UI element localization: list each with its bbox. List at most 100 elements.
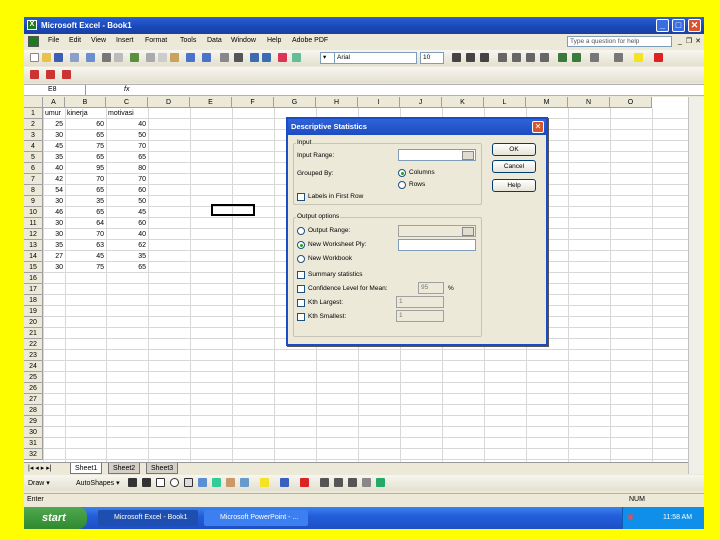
ok-button[interactable]: OK (492, 143, 536, 156)
column-header[interactable]: N (568, 97, 610, 108)
menu-format[interactable]: Format (145, 37, 167, 44)
new-worksheet-field[interactable] (398, 239, 476, 251)
fill-color-icon[interactable] (634, 53, 643, 62)
data-cell[interactable]: 95 (65, 163, 104, 174)
data-cell[interactable]: 75 (65, 262, 104, 273)
arrow-style-icon[interactable] (348, 478, 357, 487)
data-cell[interactable]: 30 (43, 130, 63, 141)
font-size-select[interactable]: 10 (420, 52, 444, 64)
menu-file[interactable]: File (48, 37, 59, 44)
row-header[interactable]: 19 (24, 306, 43, 317)
column-header[interactable]: I (358, 97, 400, 108)
data-cell[interactable]: 30 (43, 229, 63, 240)
header-cell[interactable]: motivasi (108, 108, 147, 119)
tab-sheet2[interactable]: Sheet2 (108, 463, 141, 474)
new-worksheet-radio[interactable] (297, 241, 305, 249)
currency-icon[interactable] (558, 53, 567, 62)
data-cell[interactable]: 65 (65, 130, 104, 141)
save-icon[interactable] (54, 53, 63, 62)
tab-scroll-icons[interactable]: |◂ ◂ ▸ ▸| (28, 464, 52, 472)
new-workbook-radio[interactable] (297, 255, 305, 263)
data-cell[interactable]: 45 (43, 141, 63, 152)
column-header[interactable]: O (610, 97, 652, 108)
data-cell[interactable]: 42 (43, 174, 63, 185)
font-name-select[interactable]: Arial (334, 52, 417, 64)
wordart-icon[interactable] (198, 478, 207, 487)
data-cell[interactable]: 30 (43, 218, 63, 229)
row-header[interactable]: 6 (24, 163, 43, 174)
menu-data[interactable]: Data (207, 37, 222, 44)
data-cell[interactable]: 65 (65, 207, 104, 218)
data-cell[interactable]: 27 (43, 251, 63, 262)
workbook-close-icon[interactable]: ✕ (693, 37, 703, 47)
open-icon[interactable] (42, 53, 51, 62)
column-header[interactable]: C (106, 97, 148, 108)
tray-network-icon[interactable]: ▣ (627, 507, 634, 529)
row-header[interactable]: 22 (24, 339, 43, 350)
align-left-icon[interactable] (498, 53, 507, 62)
row-header[interactable]: 26 (24, 383, 43, 394)
data-cell[interactable]: 75 (65, 141, 104, 152)
row-header[interactable]: 7 (24, 174, 43, 185)
chart-wizard-icon[interactable] (278, 53, 287, 62)
collapse-dialog-icon[interactable] (462, 151, 474, 160)
row-header[interactable]: 30 (24, 427, 43, 438)
data-cell[interactable]: 60 (106, 185, 146, 196)
column-header[interactable]: F (232, 97, 274, 108)
data-cell[interactable]: 40 (106, 229, 146, 240)
tab-sheet3[interactable]: Sheet3 (146, 463, 179, 474)
line-style-icon[interactable] (320, 478, 329, 487)
row-header[interactable]: 2 (24, 119, 43, 130)
output-range-radio[interactable] (297, 227, 305, 235)
merge-center-icon[interactable] (540, 53, 549, 62)
data-cell[interactable]: 45 (65, 251, 104, 262)
pdf-email-icon[interactable] (46, 70, 55, 79)
column-header[interactable]: H (316, 97, 358, 108)
active-cell-e8[interactable] (211, 204, 255, 216)
kth-smallest-checkbox[interactable] (297, 313, 305, 321)
data-cell[interactable]: 70 (65, 229, 104, 240)
row-header[interactable]: 15 (24, 262, 43, 273)
row-header[interactable]: 4 (24, 141, 43, 152)
data-cell[interactable]: 80 (106, 163, 146, 174)
column-header[interactable]: E (190, 97, 232, 108)
column-header[interactable]: M (526, 97, 568, 108)
row-header[interactable]: 24 (24, 361, 43, 372)
draw-font-color-icon[interactable] (300, 478, 309, 487)
bold-icon[interactable] (452, 53, 461, 62)
header-cell[interactable]: umur (45, 108, 64, 119)
sort-descending-icon[interactable] (262, 53, 271, 62)
row-header[interactable]: 3 (24, 130, 43, 141)
row-header[interactable]: 5 (24, 152, 43, 163)
draw-fill-icon[interactable] (260, 478, 269, 487)
data-cell[interactable]: 40 (43, 163, 63, 174)
data-cell[interactable]: 70 (106, 174, 146, 185)
data-cell[interactable]: 35 (43, 152, 63, 163)
confidence-level-field[interactable]: 95 (418, 282, 444, 294)
dash-style-icon[interactable] (334, 478, 343, 487)
drawing-icon[interactable] (292, 53, 301, 62)
data-cell[interactable]: 70 (65, 174, 104, 185)
align-center-icon[interactable] (512, 53, 521, 62)
email-icon[interactable] (86, 53, 95, 62)
row-header[interactable]: 25 (24, 372, 43, 383)
oval-icon[interactable] (170, 478, 179, 487)
data-cell[interactable]: 30 (43, 262, 63, 273)
clipart-icon[interactable] (226, 478, 235, 487)
kth-largest-field[interactable]: 1 (396, 296, 444, 308)
start-button[interactable]: start (24, 507, 87, 529)
row-header[interactable]: 32 (24, 449, 43, 460)
underline-icon[interactable] (480, 53, 489, 62)
indent-icon[interactable] (590, 53, 599, 62)
font-color-icon[interactable] (654, 53, 663, 62)
column-header[interactable]: K (442, 97, 484, 108)
rectangle-icon[interactable] (156, 478, 165, 487)
data-cell[interactable]: 64 (65, 218, 104, 229)
print-icon[interactable] (102, 53, 111, 62)
data-cell[interactable]: 50 (106, 196, 146, 207)
data-cell[interactable]: 60 (106, 218, 146, 229)
redo-icon[interactable] (202, 53, 211, 62)
row-header[interactable]: 11 (24, 218, 43, 229)
column-header[interactable]: A (43, 97, 65, 108)
help-button[interactable]: Help (492, 179, 536, 192)
